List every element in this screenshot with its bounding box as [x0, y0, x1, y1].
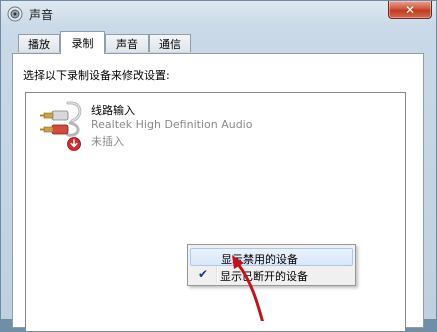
menu-item-show-disabled-devices[interactable]: 显示禁用的设备	[190, 248, 353, 266]
close-icon: ✕	[404, 2, 416, 17]
unplugged-down-arrow-icon	[67, 137, 81, 151]
menu-item-label: 显示已断开的设备	[220, 270, 308, 283]
device-name[interactable]: 线路输入	[91, 102, 135, 118]
title-bar[interactable]: 声音 ✕	[1, 1, 436, 27]
device-status: 未插入	[91, 135, 124, 148]
close-button[interactable]: ✕	[388, 1, 432, 19]
tab-communications[interactable]: 通信	[149, 34, 191, 52]
window-title: 声音	[29, 8, 54, 22]
sound-dialog-window: 声音 ✕ 播放 录制 声音 通信 选择以下录制设备来修改设置: 线路输入 Rea…	[0, 0, 437, 332]
rca-cable-icon[interactable]	[38, 99, 86, 153]
instruction-text: 选择以下录制设备来修改设置:	[23, 69, 170, 82]
checkmark-icon: ✔	[198, 267, 209, 281]
speaker-icon	[7, 6, 23, 22]
menu-item-show-disconnected-devices[interactable]: ✔ 显示已断开的设备	[190, 266, 353, 284]
menu-item-label: 显示禁用的设备	[221, 253, 298, 266]
tab-sounds[interactable]: 声音	[105, 34, 149, 52]
tab-recording[interactable]: 录制	[60, 31, 105, 54]
device-driver: Realtek High Definition Audio	[91, 118, 253, 131]
tab-playback[interactable]: 播放	[18, 34, 60, 52]
context-menu: 显示禁用的设备 ✔ 显示已断开的设备	[187, 244, 356, 286]
